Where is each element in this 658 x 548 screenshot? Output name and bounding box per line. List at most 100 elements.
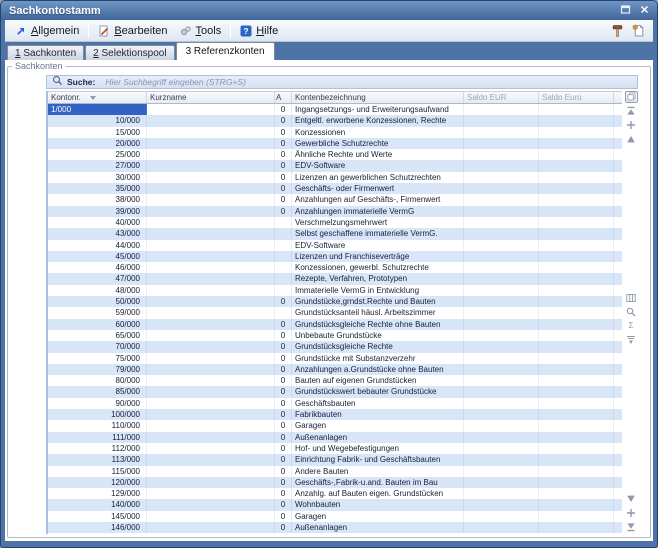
cell-bez[interactable]: Anzahlungen auf Geschäfts-, Firmenwert: [292, 194, 464, 206]
cell-eur[interactable]: [464, 115, 539, 127]
cell-kontonr[interactable]: 111/000: [48, 431, 147, 443]
cell-kurzname[interactable]: [147, 510, 275, 522]
cell-euro[interactable]: [539, 431, 614, 443]
cell-a[interactable]: 0: [275, 149, 292, 161]
table-row[interactable]: 40/000 Verschmelzungsmehrwert: [48, 216, 622, 229]
cell-kurzname[interactable]: [147, 250, 275, 263]
table-row[interactable]: 110/000 0 Garagen: [48, 420, 622, 432]
cell-bez[interactable]: Anzahlg. auf Bauten eigen. Grundstücken: [292, 488, 464, 500]
table-row[interactable]: 38/000 0 Anzahlungen auf Geschäfts-, Firme…: [48, 194, 622, 206]
cell-eur[interactable]: [464, 239, 539, 251]
cell-eur[interactable]: [464, 476, 539, 489]
cell-kurzname[interactable]: [147, 352, 275, 364]
cell-kontonr[interactable]: 1/000: [48, 104, 147, 116]
cell-kontonr[interactable]: 112/000: [48, 442, 147, 455]
cell-a[interactable]: 0: [275, 363, 292, 376]
cell-a[interactable]: [275, 239, 292, 251]
table-row[interactable]: 115/000 0 Andere Bauten: [48, 465, 622, 477]
cell-a[interactable]: 0: [275, 442, 292, 455]
cell-a[interactable]: [275, 307, 292, 319]
cell-a[interactable]: [275, 216, 292, 229]
cell-kontonr[interactable]: 47/000: [48, 273, 147, 285]
cell-a[interactable]: 0: [275, 375, 292, 387]
menu-item-allgemein[interactable]: Allgemein: [9, 23, 85, 39]
table-row[interactable]: 100/000 0 Fabrikbauten: [48, 409, 622, 421]
column-header-euro[interactable]: Saldo Euro: [539, 92, 614, 103]
cell-kontonr[interactable]: 85/000: [48, 386, 147, 398]
menu-item-hilfe[interactable]: ? Hilfe: [234, 23, 284, 39]
cell-eur[interactable]: [464, 250, 539, 263]
cell-euro[interactable]: [539, 488, 614, 500]
cell-eur[interactable]: [464, 137, 539, 150]
cell-eur[interactable]: [464, 454, 539, 466]
cell-a[interactable]: [275, 273, 292, 285]
cell-kontonr[interactable]: 35/000: [48, 183, 147, 195]
cell-a[interactable]: 0: [275, 409, 292, 421]
cell-bez[interactable]: Bauten auf eigenen Grundstücken: [292, 375, 464, 387]
table-row[interactable]: 50/000 0 Grundstücke,grndst.Rechte und Bau…: [48, 296, 622, 308]
cell-eur[interactable]: [464, 386, 539, 398]
table-row[interactable]: 1/000 0 Ingangsetzungs- und Erweiterungsau…: [48, 104, 622, 116]
table-row[interactable]: 60/000 0 Grundstücksgleiche Rechte ohne Ba…: [48, 318, 622, 330]
cell-euro[interactable]: [539, 476, 614, 489]
cell-euro[interactable]: [539, 171, 614, 184]
cell-kurzname[interactable]: [147, 375, 275, 387]
cell-bez[interactable]: Geschäfts- oder Firmenwert: [292, 183, 464, 195]
search-bar[interactable]: Suche:: [46, 75, 638, 89]
cell-euro[interactable]: [539, 386, 614, 398]
cell-kontonr[interactable]: 115/000: [48, 465, 147, 477]
cell-eur[interactable]: [464, 216, 539, 229]
cell-bez[interactable]: Hof- und Wegebefestigungen: [292, 442, 464, 455]
cell-kontonr[interactable]: 44/000: [48, 239, 147, 251]
cell-bez[interactable]: EDV-Software: [292, 160, 464, 172]
cell-kurzname[interactable]: [147, 307, 275, 319]
cell-a[interactable]: 0: [275, 137, 292, 150]
table-row[interactable]: 45/000 Lizenzen und Franchiseverträge: [48, 250, 622, 263]
cell-a[interactable]: 0: [275, 420, 292, 432]
cell-kurzname[interactable]: [147, 476, 275, 489]
cell-kontonr[interactable]: 25/000: [48, 149, 147, 161]
cell-eur[interactable]: [464, 363, 539, 376]
cell-eur[interactable]: [464, 375, 539, 387]
cell-euro[interactable]: [539, 397, 614, 410]
menu-item-tools[interactable]: Tools: [174, 23, 228, 39]
cell-kurzname[interactable]: [147, 409, 275, 421]
menu-item-bearbeiten[interactable]: Bearbeiten: [92, 23, 173, 39]
cell-bez[interactable]: Wohnbauten: [292, 499, 464, 511]
cell-eur[interactable]: [464, 171, 539, 184]
cell-kontonr[interactable]: 70/000: [48, 341, 147, 353]
cell-kurzname[interactable]: [147, 183, 275, 195]
cell-euro[interactable]: [539, 149, 614, 161]
cell-bez[interactable]: Gewerbliche Schutzrechte: [292, 137, 464, 150]
cell-bez[interactable]: Ähnliche Rechte und Werte: [292, 149, 464, 161]
zoom-icon[interactable]: [626, 307, 636, 317]
scroll-to-top-icon[interactable]: [626, 106, 636, 116]
cell-eur[interactable]: [464, 307, 539, 319]
cell-a[interactable]: 0: [275, 160, 292, 172]
table-row[interactable]: 146/000 0 Außenanlagen: [48, 521, 622, 534]
cell-euro[interactable]: [539, 296, 614, 308]
cell-euro[interactable]: [539, 262, 614, 274]
cell-a[interactable]: 0: [275, 431, 292, 443]
cell-euro[interactable]: [539, 194, 614, 206]
cell-bez[interactable]: Fabrikbauten: [292, 409, 464, 421]
table-row[interactable]: 39/000 0 Anzahlungen immaterielle VermG: [48, 205, 622, 217]
cell-eur[interactable]: [464, 160, 539, 172]
cell-kurzname[interactable]: [147, 284, 275, 297]
cell-kontonr[interactable]: 129/000: [48, 488, 147, 500]
cell-eur[interactable]: [464, 409, 539, 421]
cell-eur[interactable]: [464, 397, 539, 410]
cell-kurzname[interactable]: [147, 137, 275, 150]
cell-bez[interactable]: Anzahlungen a.Grundstücke ohne Bauten: [292, 363, 464, 376]
cell-kurzname[interactable]: [147, 318, 275, 330]
cell-kurzname[interactable]: [147, 296, 275, 308]
cell-bez[interactable]: Garagen: [292, 420, 464, 432]
cell-eur[interactable]: [464, 296, 539, 308]
cell-a[interactable]: [275, 228, 292, 240]
cell-eur[interactable]: [464, 465, 539, 477]
cell-euro[interactable]: [539, 363, 614, 376]
cell-bez[interactable]: Rezepte, Verfahren, Prototypen: [292, 273, 464, 285]
scroll-to-bottom-icon[interactable]: [626, 522, 636, 532]
cell-kontonr[interactable]: 146/000: [48, 521, 147, 534]
cell-kurzname[interactable]: [147, 104, 275, 116]
